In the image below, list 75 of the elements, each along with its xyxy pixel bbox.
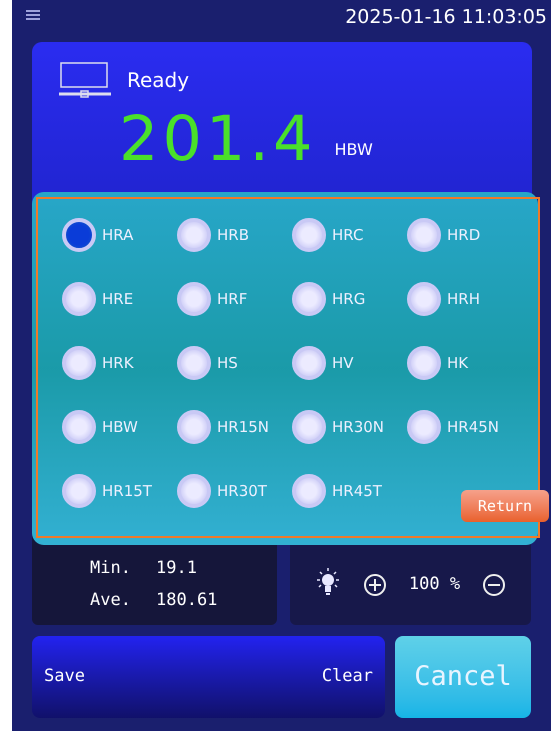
scale-label: HRF [217, 288, 248, 310]
scale-option[interactable]: HRE [62, 280, 177, 318]
scale-label: HRA [102, 224, 134, 246]
scale-label: HRB [217, 224, 249, 246]
scale-label: HS [217, 352, 238, 374]
scale-option[interactable]: HR15T [62, 472, 177, 510]
radio-button[interactable] [292, 218, 326, 252]
menu-icon[interactable] [26, 10, 40, 20]
monitor-icon [59, 62, 111, 98]
scale-label: HV [332, 352, 354, 374]
scale-option[interactable]: HRF [177, 280, 292, 318]
stat-label: Ave. [90, 588, 132, 612]
radio-button[interactable] [62, 474, 96, 508]
scale-option[interactable]: HR15N [177, 408, 292, 446]
scale-option[interactable]: HR30T [177, 472, 292, 510]
radio-button[interactable] [292, 410, 326, 444]
scale-label: HRE [102, 288, 134, 310]
stat-label: Min. [90, 557, 132, 580]
stat-value: 180.61 [156, 588, 218, 612]
minus-icon[interactable] [482, 573, 506, 597]
scale-option[interactable]: HRC [292, 216, 407, 254]
scale-option[interactable]: HK [407, 344, 522, 382]
save-button[interactable]: Save [44, 664, 85, 690]
scale-label: HRC [332, 224, 364, 246]
scale-option[interactable]: HRH [407, 280, 522, 318]
scale-label: HR45T [332, 480, 382, 502]
scale-label: HR45N [447, 416, 500, 438]
light-bulb-icon [314, 567, 341, 597]
brightness-reading: 100 % [408, 572, 460, 596]
scale-option[interactable]: HV [292, 344, 407, 382]
radio-button[interactable] [177, 346, 211, 380]
radio-button[interactable] [407, 410, 441, 444]
status-text: Ready [127, 67, 190, 94]
scale-label: HR15N [217, 416, 270, 438]
scale-option[interactable]: HBW [62, 408, 177, 446]
scale-label: HRK [102, 352, 134, 374]
scale-option[interactable]: HRG [292, 280, 407, 318]
scale-label: HR30N [332, 416, 384, 438]
plus-icon[interactable] [362, 573, 387, 597]
radio-button[interactable] [177, 218, 211, 252]
scale-option[interactable]: HR45N [407, 408, 522, 446]
scale-label: HRH [447, 288, 480, 310]
radio-button[interactable] [407, 282, 441, 316]
scale-option[interactable]: HRA [62, 216, 177, 254]
hardness-unit: HBW [334, 139, 373, 161]
radio-button[interactable] [292, 282, 326, 316]
scale-option[interactable]: HRB [177, 216, 292, 254]
scale-option[interactable]: HRD [407, 216, 522, 254]
radio-button[interactable] [62, 346, 96, 380]
radio-button[interactable] [407, 218, 441, 252]
scale-option[interactable]: HR45T [292, 472, 407, 510]
radio-button[interactable] [62, 282, 96, 316]
stat-value: 19.1 [156, 557, 197, 580]
radio-button[interactable] [292, 346, 326, 380]
scale-label: HR15T [102, 480, 152, 502]
radio-button[interactable] [177, 474, 211, 508]
scale-label: HR30T [217, 480, 267, 502]
radio-button[interactable] [292, 474, 326, 508]
radio-button[interactable] [62, 218, 96, 252]
clear-button[interactable]: Clear [322, 664, 373, 690]
scale-option[interactable]: HRK [62, 344, 177, 382]
radio-button[interactable] [177, 410, 211, 444]
radio-button[interactable] [407, 346, 441, 380]
scale-option[interactable]: HS [177, 344, 292, 382]
scale-label: HK [447, 352, 468, 374]
date-time: 2025-01-16 11:03:05 [345, 8, 547, 27]
scale-label: HRG [332, 288, 366, 310]
scale-label: HBW [102, 416, 138, 438]
radio-button[interactable] [177, 282, 211, 316]
scale-label: HRD [447, 224, 480, 246]
radio-button[interactable] [62, 410, 96, 444]
scale-option[interactable]: HR30N [292, 408, 407, 446]
return-button[interactable]: Return [461, 490, 549, 522]
hardness-value: 201.4 [119, 108, 316, 170]
cancel-button[interactable]: Cancel [395, 636, 531, 718]
